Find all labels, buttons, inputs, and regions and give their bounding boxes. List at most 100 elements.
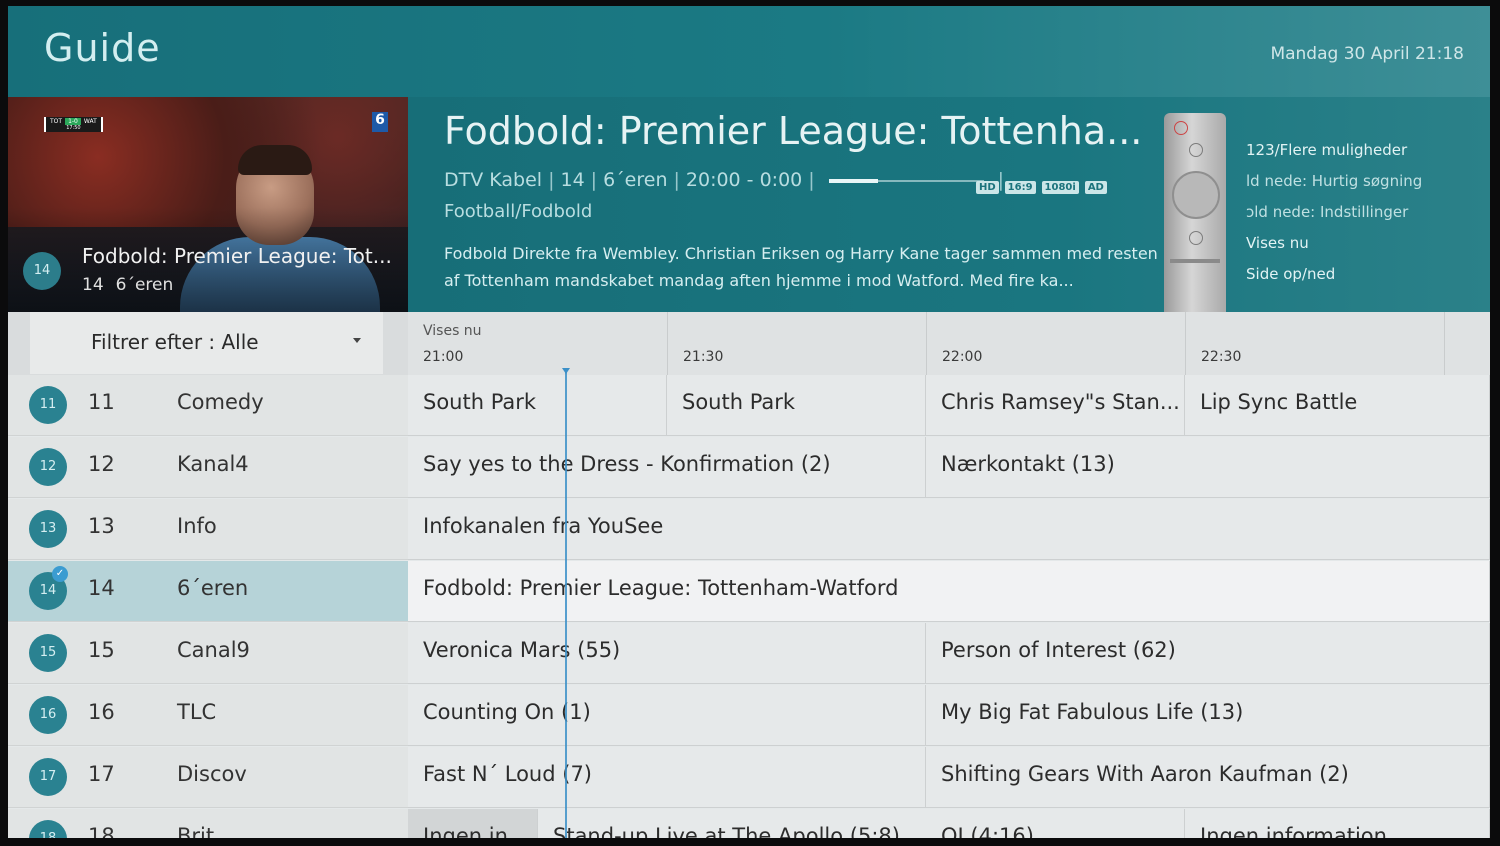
remote-volume-bar [1170, 259, 1220, 263]
program-channel-name: 6´eren [603, 169, 668, 191]
timeslot: 21:00 [423, 349, 464, 365]
scorebug-home: TOT [50, 118, 63, 125]
channel-name: 6´eren [177, 576, 249, 600]
channel-number: 17 [88, 762, 115, 786]
current-time-line [565, 370, 567, 838]
program-cell[interactable]: Ingen information [1185, 809, 1490, 838]
preview-channel-number: 14 [82, 275, 104, 295]
program-lane: Ingen in... Stand-up Live at The Apollo (… [408, 809, 1490, 838]
program-channel-number: 14 [560, 169, 585, 191]
channel-name: Info [177, 514, 217, 538]
program-cell-title: Ingen in... [423, 824, 528, 838]
program-cell-title: Ingen information [1200, 824, 1387, 838]
badge-aspect: 16:9 [1004, 181, 1036, 194]
program-cell-title: Lip Sync Battle [1200, 390, 1358, 414]
preview-channel-badge: 14 [23, 252, 61, 290]
filter-dropdown[interactable]: Filtrer efter : Alle [30, 312, 383, 374]
badge-audio-description: AD [1084, 181, 1107, 194]
timeslot: 22:30 [1185, 312, 1445, 375]
channel-row[interactable]: 17 17 Discov Fast N´ Loud (7) Shifting Gears… [8, 747, 1490, 808]
hint-now-showing: Vises nu [1246, 234, 1309, 252]
channel-info[interactable]: 16 16 TLC [8, 685, 408, 746]
channel-info[interactable]: 17 17 Discov [8, 747, 408, 808]
program-cell[interactable]: Veronica Mars (55) [408, 623, 926, 684]
channel-info[interactable]: 12 12 Kanal4 [8, 437, 408, 498]
remote-mic-icon [1189, 143, 1203, 157]
channel-row[interactable]: 12 12 Kanal4 Say yes to the Dress - Konfirm… [8, 437, 1490, 498]
broadcaster-logo: 6 [372, 112, 388, 132]
program-cell-title: Nærkontakt (13) [941, 452, 1115, 476]
program-cell[interactable]: Ingen in... [408, 809, 538, 838]
program-cell-title: South Park [423, 390, 537, 414]
guide-header: Guide Mandag 30 April 21:18 [8, 6, 1490, 97]
program-cell[interactable]: Say yes to the Dress - Konfirmation (2) [408, 437, 926, 498]
program-lane: Infokanalen fra YouSee [408, 499, 1490, 560]
channel-info[interactable]: 11 11 Comedy [8, 375, 408, 436]
channel-badge: 12 [29, 448, 67, 486]
program-cell[interactable]: Stand-up Live at The Apollo (5:8) [538, 809, 927, 838]
channel-row[interactable]: 13 13 Info Infokanalen fra YouSee [8, 499, 1490, 560]
channel-number: 11 [88, 390, 115, 414]
channel-info[interactable]: 18 18 Brit [8, 809, 408, 838]
program-cell-title: Veronica Mars (55) [423, 638, 621, 662]
program-cell[interactable]: Lip Sync Battle [1185, 375, 1490, 436]
channel-number: 15 [88, 638, 115, 662]
channel-row[interactable]: 18 18 Brit Ingen in... Stand-up Live at The … [8, 809, 1490, 838]
program-cell-title: My Big Fat Fabulous Life (13) [941, 700, 1244, 724]
program-title: Fodbold: Premier League: Tottenha... [444, 109, 1143, 153]
hint-settings: ɔld nede: Indstillinger [1246, 203, 1409, 221]
program-cell[interactable]: South Park [667, 375, 926, 436]
program-cell[interactable]: Shifting Gears With Aaron Kaufman (2) [926, 747, 1490, 808]
scorebug-clock: 17:50 [66, 125, 81, 131]
channel-number: 18 [88, 824, 115, 838]
program-cell-title: Chris Ramsey"s Stan... [941, 390, 1180, 414]
program-badges: HD 16:9 1080i AD [976, 175, 1113, 194]
live-preview[interactable]: TOT 1-0 WAT 17:50 6 14 Fodbold: Premier Le… [8, 97, 408, 312]
remote-hints: 123/Flere muligheder ld nede: Hurtig søg… [1246, 135, 1422, 290]
program-cell[interactable]: Chris Ramsey"s Stan... [926, 375, 1185, 436]
channel-number: 12 [88, 452, 115, 476]
channel-name: TLC [177, 700, 217, 724]
channel-row[interactable]: 11 11 Comedy South Park South Park Chris Rams… [8, 375, 1490, 436]
page-title: Guide [44, 26, 161, 70]
program-lane: Fodbold: Premier League: Tottenham-Watfo… [408, 561, 1490, 622]
hint-more-options: 123/Flere muligheder [1246, 141, 1408, 159]
program-cell-title: Shifting Gears With Aaron Kaufman (2) [941, 762, 1349, 786]
filter-label: Filtrer efter : Alle [91, 330, 259, 354]
program-cell-title: QI (4:16) [941, 824, 1034, 838]
channel-number: 13 [88, 514, 115, 538]
channel-row[interactable]: 14 ✓ 14 6´eren Fodbold: Premier League: Tott… [8, 561, 1490, 622]
program-cell[interactable]: Counting On (1) [408, 685, 926, 746]
program-cell[interactable]: Nærkontakt (13) [926, 437, 1490, 498]
remote-dpad-icon [1172, 171, 1220, 219]
timeslot: 21:30 [667, 312, 927, 375]
badge-hd: HD [976, 181, 999, 194]
program-cell[interactable]: QI (4:16) [926, 809, 1185, 838]
preview-player-hair [238, 145, 312, 175]
channel-info[interactable]: 14 ✓ 14 6´eren [8, 561, 408, 622]
channel-info[interactable]: 15 15 Canal9 [8, 623, 408, 684]
program-lane: Veronica Mars (55) Person of Interest (62… [408, 623, 1490, 684]
channel-row[interactable]: 15 15 Canal9 Veronica Mars (55) Person of In… [8, 623, 1490, 684]
timeline-header: Vises nu 21:00 21:30 22:00 22:30 [408, 312, 1490, 375]
channel-number: 16 [88, 700, 115, 724]
remote-power-icon [1174, 121, 1188, 135]
hint-page-up-down: Side op/ned [1246, 265, 1336, 283]
favorite-check-icon: ✓ [52, 566, 68, 582]
program-cell[interactable]: Infokanalen fra YouSee [408, 499, 1490, 560]
program-cell[interactable]: South Park [408, 375, 667, 436]
badge-resolution: 1080i [1041, 181, 1079, 194]
program-lane: South Park South Park Chris Ramsey"s Stan.… [408, 375, 1490, 436]
program-cell-title: Stand-up Live at The Apollo (5:8) [553, 824, 900, 838]
program-cell-title: South Park [682, 390, 796, 414]
program-cell[interactable]: My Big Fat Fabulous Life (13) [926, 685, 1490, 746]
program-cell[interactable]: Fast N´ Loud (7) [408, 747, 926, 808]
channel-row[interactable]: 16 16 TLC Counting On (1) My Big Fat Fabulou… [8, 685, 1490, 746]
preview-title: Fodbold: Premier League: Tot... [82, 244, 392, 268]
program-cell[interactable]: Person of Interest (62) [926, 623, 1490, 684]
timeslot: 22:00 [926, 312, 1186, 375]
channel-info[interactable]: 13 13 Info [8, 499, 408, 560]
hint-quick-search: ld nede: Hurtig søgning [1246, 172, 1423, 190]
program-cell[interactable]: Fodbold: Premier League: Tottenham-Watfo… [408, 561, 1490, 622]
channel-name: Comedy [177, 390, 264, 414]
